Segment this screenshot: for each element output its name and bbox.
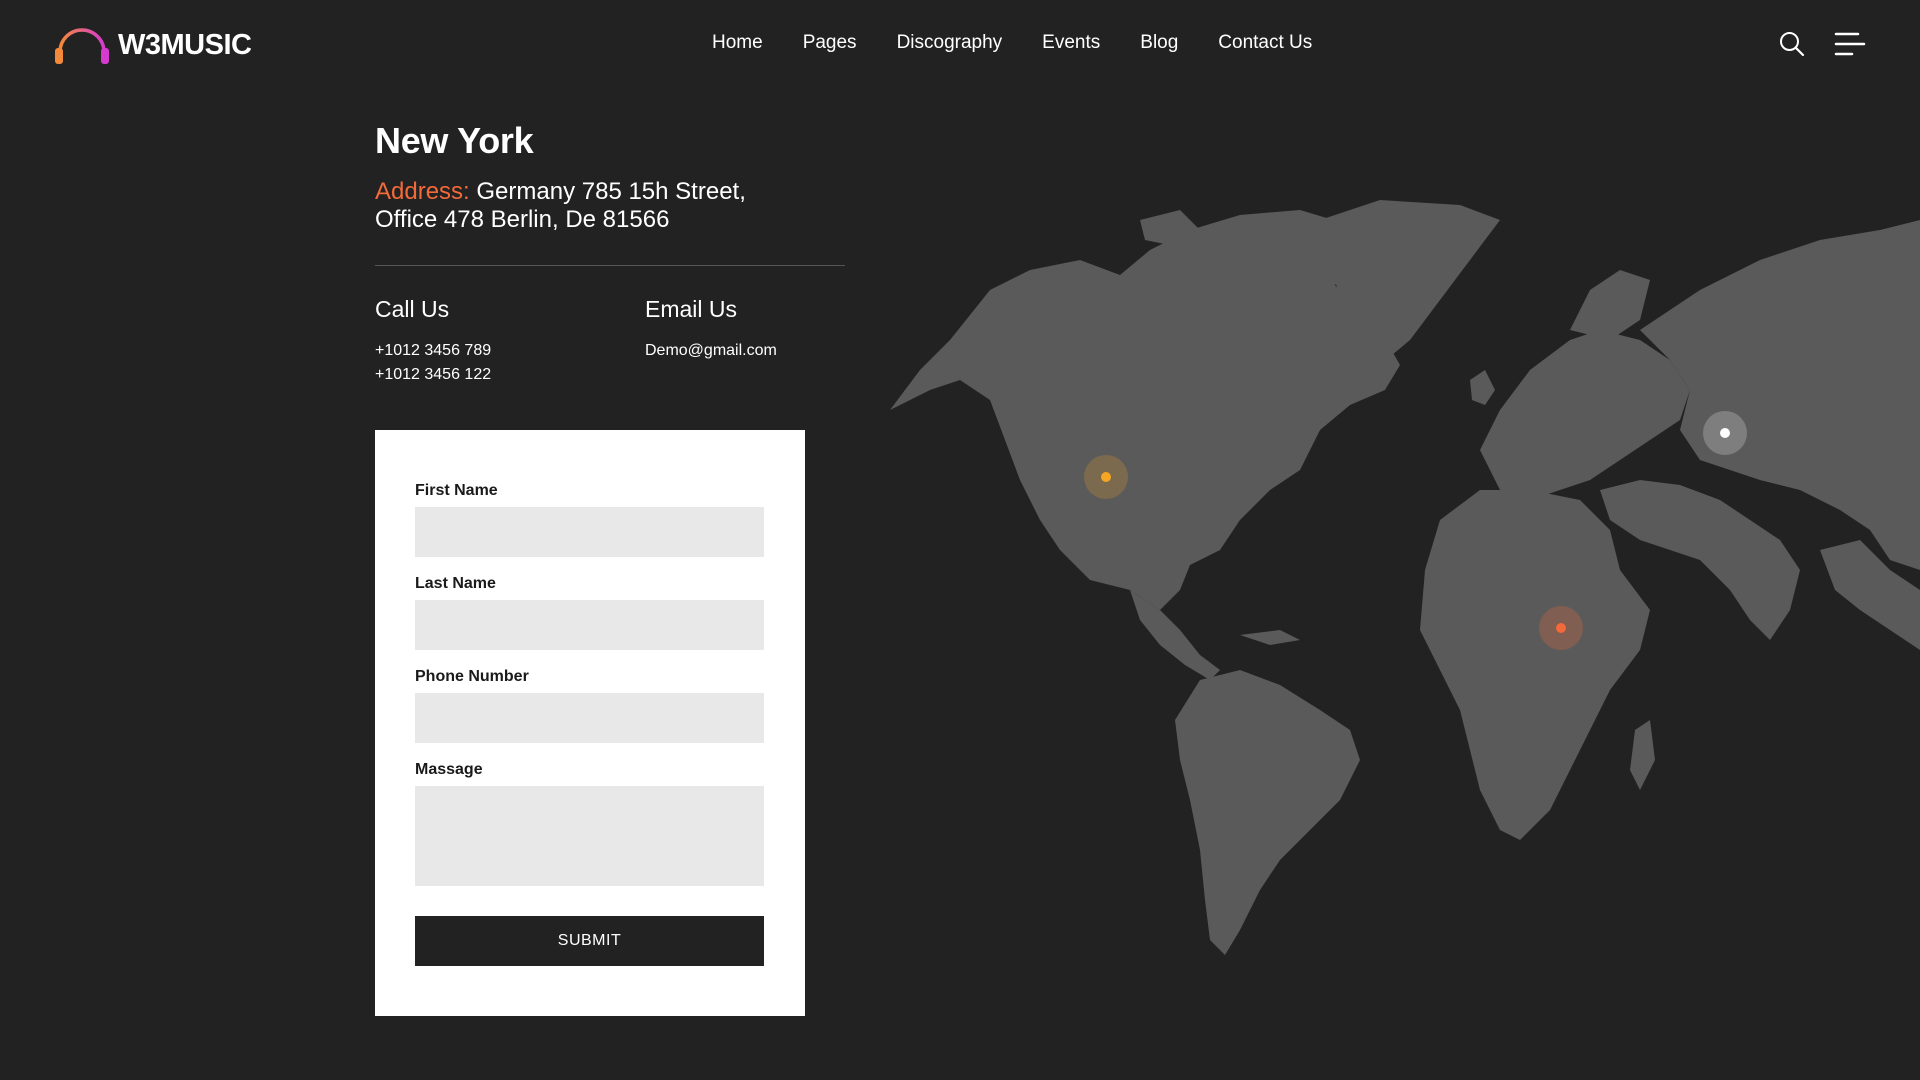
- phone-number-input[interactable]: [415, 693, 764, 743]
- first-name-label: First Name: [415, 482, 498, 499]
- last-name-input[interactable]: [415, 600, 764, 650]
- location-city: New York: [375, 120, 534, 161]
- email-address[interactable]: Demo@gmail.com: [645, 342, 777, 360]
- submit-button[interactable]: SUBMIT: [415, 916, 764, 966]
- phone-number-1[interactable]: +1012 3456 789: [375, 342, 491, 360]
- brand-name: W3MUSIC: [118, 28, 252, 61]
- world-map: [890, 200, 1920, 955]
- section-divider: [375, 265, 845, 266]
- message-label: Massage: [415, 761, 483, 778]
- nav-blog[interactable]: Blog: [1140, 32, 1178, 54]
- location-address: Address: Germany 785 15h Street, Office …: [375, 178, 795, 234]
- contact-form: First Name Last Name Phone Number Massag…: [375, 430, 805, 1016]
- nav-contact-us[interactable]: Contact Us: [1218, 32, 1312, 54]
- phone-number-label: Phone Number: [415, 668, 529, 685]
- main-nav: Home Pages Discography Events Blog Conta…: [712, 32, 1312, 54]
- marker-africa[interactable]: [1539, 606, 1583, 650]
- search-icon[interactable]: [1778, 30, 1806, 58]
- address-line-1: Germany 785 15h Street,: [469, 178, 746, 205]
- nav-home[interactable]: Home: [712, 32, 763, 54]
- address-line-2: Office 478 Berlin, De 81566: [375, 206, 670, 233]
- logo[interactable]: W3MUSIC: [52, 18, 252, 72]
- phone-number-2[interactable]: +1012 3456 122: [375, 366, 491, 384]
- nav-events[interactable]: Events: [1042, 32, 1100, 54]
- first-name-input[interactable]: [415, 507, 764, 557]
- site-header: W3MUSIC Home Pages Discography Events Bl…: [0, 0, 1920, 90]
- address-label: Address:: [375, 178, 470, 205]
- call-us-title: Call Us: [375, 296, 450, 322]
- email-us-title: Email Us: [645, 296, 738, 322]
- headphones-logo-icon: [55, 28, 109, 71]
- marker-russia[interactable]: [1703, 411, 1747, 455]
- hamburger-menu-icon[interactable]: [1834, 30, 1866, 58]
- last-name-label: Last Name: [415, 575, 496, 592]
- marker-north-america[interactable]: [1084, 455, 1128, 499]
- message-textarea[interactable]: [415, 786, 764, 886]
- nav-pages[interactable]: Pages: [803, 32, 857, 54]
- nav-discography[interactable]: Discography: [897, 32, 1003, 54]
